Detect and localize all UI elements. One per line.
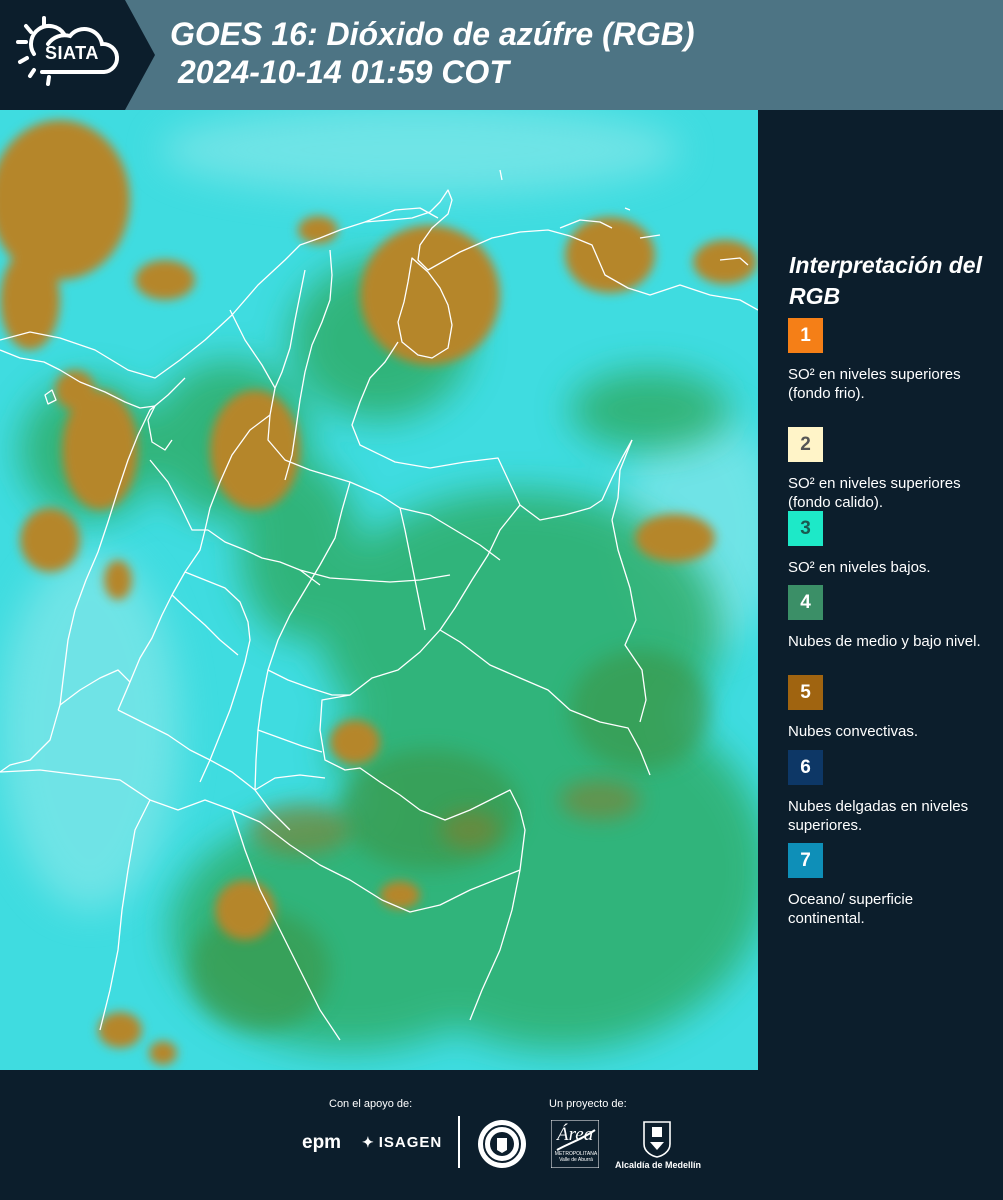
legend-item-4: 4 Nubes de medio y bajo nivel.: [788, 585, 988, 651]
product-timestamp: 2024-10-14 01:59 COT: [178, 54, 509, 90]
legend-item-6: 6 Nubes delgadas en niveles superiores.: [788, 750, 988, 835]
footer-divider: [458, 1116, 460, 1168]
legend-swatch: 2: [788, 427, 823, 462]
legend-panel: Interpretación del RGB 1 SO² en niveles s…: [758, 110, 1003, 1070]
legend-label: Nubes convectivas.: [788, 723, 919, 740]
alcaldia-wordmark: Alcaldía de Medellín: [614, 1160, 702, 1170]
rgb-composite-image: [0, 110, 758, 1070]
legend-swatch: 1: [788, 318, 823, 353]
legend-swatch: 4: [788, 585, 823, 620]
footer: Con el apoyo de: Un proyecto de: epm ✦ I…: [0, 1070, 1003, 1200]
epm-logo: epm: [302, 1132, 342, 1153]
legend-title: Interpretación del RGB: [789, 252, 982, 309]
legend-item-3: 3 SO² en niveles bajos.: [788, 511, 988, 577]
area-wordmark: Área: [557, 1124, 594, 1145]
legend-label: SO² en niveles superiores (fondo frio).: [788, 366, 961, 402]
siata-logo: SIATA: [0, 0, 155, 110]
isagen-logo: ✦ ISAGEN: [362, 1134, 442, 1151]
area-subtitle: METROPOLITANA Valle de Aburrá: [554, 1151, 598, 1163]
legend-label: Oceano/ superficie continental.: [788, 891, 914, 927]
isagen-mark-icon: ✦: [362, 1134, 375, 1150]
legend-label: Nubes delgadas en niveles superiores.: [788, 798, 969, 834]
legend-swatch: 6: [788, 750, 823, 785]
medellin-university-seal-icon: [478, 1120, 526, 1168]
isagen-wordmark: ISAGEN: [378, 1134, 443, 1151]
satellite-map: [0, 110, 758, 1070]
area-metropolitana-logo: Área METROPOLITANA Valle de Aburrá: [551, 1120, 599, 1168]
legend-label: SO² en niveles bajos.: [788, 559, 931, 576]
support-caption: Con el apoyo de:: [329, 1098, 413, 1110]
project-caption: Un proyecto de:: [549, 1098, 627, 1110]
legend-label: Nubes de medio y bajo nivel.: [788, 633, 981, 650]
legend-item-2: 2 SO² en niveles superiores (fondo calido…: [788, 427, 988, 512]
product-title: GOES 16: Dióxido de azúfre (RGB): [170, 16, 695, 52]
medellin-shield-icon: [643, 1121, 671, 1158]
legend-item-5: 5 Nubes convectivas.: [788, 675, 988, 741]
legend-swatch: 5: [788, 675, 823, 710]
legend-item-1: 1 SO² en niveles superiores (fondo frio).: [788, 318, 988, 403]
legend-swatch: 3: [788, 511, 823, 546]
legend-swatch: 7: [788, 843, 823, 878]
logo-text: SIATA: [45, 43, 99, 63]
legend-item-7: 7 Oceano/ superficie continental.: [788, 843, 988, 928]
legend-label: SO² en niveles superiores (fondo calido)…: [788, 475, 961, 511]
header-bar: SIATA GOES 16: Dióxido de azúfre (RGB) 2…: [0, 0, 1003, 110]
